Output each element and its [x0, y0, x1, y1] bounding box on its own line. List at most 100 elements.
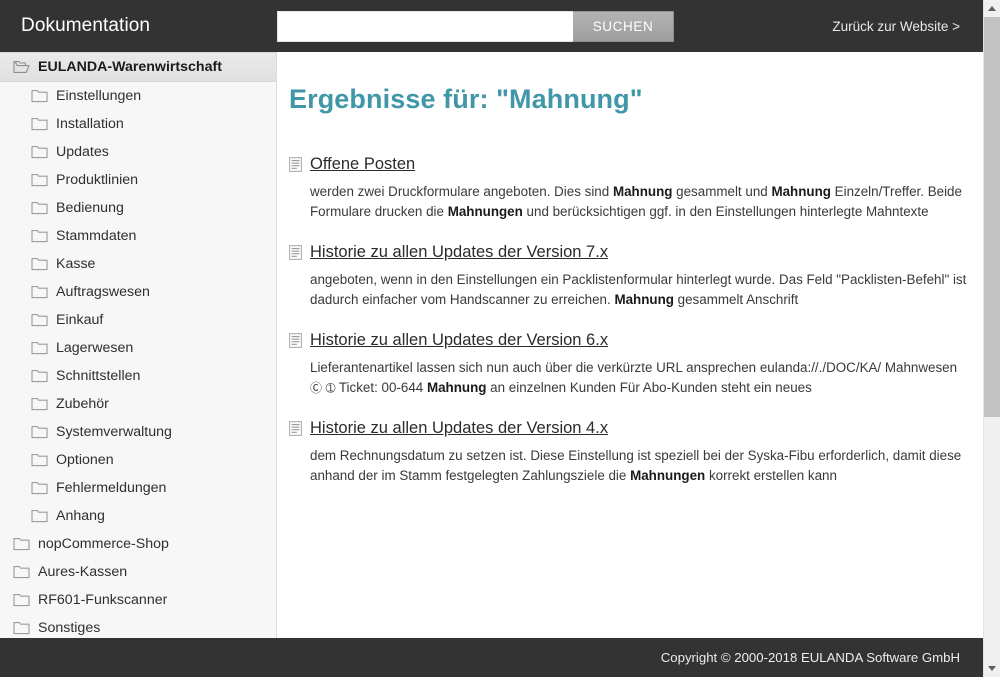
sidebar-item-label: Einstellungen: [56, 88, 142, 104]
search-result-title-link[interactable]: Historie zu allen Updates der Version 4.…: [310, 417, 608, 439]
folder-icon: [31, 426, 48, 439]
sidebar-item-anhang[interactable]: Anhang: [0, 502, 276, 530]
sidebar-item-aures-kassen[interactable]: Aures-Kassen: [0, 558, 276, 586]
copyright-text: Copyright © 2000-2018 EULANDA Software G…: [660, 650, 960, 665]
scroll-up-arrow-icon[interactable]: [984, 0, 1000, 17]
sidebar-item-kasse[interactable]: Kasse: [0, 250, 276, 278]
search-bar: SUCHEN: [277, 10, 674, 42]
folder-icon: [31, 454, 48, 467]
search-result-snippet: angeboten, wenn in den Einstellungen ein…: [310, 272, 967, 307]
results-heading: Ergebnisse für: "Mahnung": [289, 84, 643, 114]
folder-icon: [31, 258, 48, 271]
sidebar-item-label: Aures-Kassen: [38, 564, 128, 580]
folder-icon: [31, 370, 48, 383]
sidebar-item-optionen[interactable]: Optionen: [0, 446, 276, 474]
sidebar-item-label: Einkauf: [56, 312, 104, 328]
search-result-header: Offene Posten: [289, 153, 967, 175]
folder-icon: [13, 594, 30, 607]
document-icon: [289, 333, 302, 348]
document-icon: [289, 157, 302, 172]
sidebar-item-sonstiges[interactable]: Sonstiges: [0, 614, 276, 638]
sidebar-item-updates[interactable]: Updates: [0, 138, 276, 166]
search-result-item: Historie zu allen Updates der Version 4.…: [289, 417, 967, 486]
sidebar-item-fehlermeldungen[interactable]: Fehlermeldungen: [0, 474, 276, 502]
search-result-snippet: Lieferantenartikel lassen sich nun auch …: [310, 360, 958, 395]
scroll-down-arrow-icon[interactable]: [984, 660, 1000, 677]
folder-icon: [13, 622, 30, 635]
sidebar-item-label: Updates: [56, 144, 109, 160]
sidebar-item-produktlinien[interactable]: Produktlinien: [0, 166, 276, 194]
search-result-title-link[interactable]: Historie zu allen Updates der Version 6.…: [310, 329, 608, 351]
document-icon: [289, 421, 302, 436]
document-icon: [289, 245, 302, 260]
folder-icon: [13, 538, 30, 551]
sidebar-item-label: Sonstiges: [38, 620, 101, 636]
search-result-snippet: werden zwei Druckformulare angeboten. Di…: [310, 184, 962, 219]
search-input[interactable]: [277, 10, 573, 42]
sidebar-tree[interactable]: EULANDA-Warenwirtschaft Einstellungen Inst…: [0, 52, 277, 638]
sidebar-item-rf601-funkscanner[interactable]: RF601-Funkscanner: [0, 586, 276, 614]
search-result-item: Offene Posten werden zwei Druckformulare …: [289, 153, 967, 222]
page-scrollbar[interactable]: [983, 0, 1000, 677]
search-results-panel: Ergebnisse für: "Mahnung" Offene Posten w…: [278, 52, 983, 638]
search-result-header: Historie zu allen Updates der Version 4.…: [289, 417, 967, 439]
search-result-header: Historie zu allen Updates der Version 7.…: [289, 241, 967, 263]
folder-icon: [31, 314, 48, 327]
folder-icon: [31, 482, 48, 495]
sidebar-item-label: Schnittstellen: [56, 368, 141, 384]
search-result-header: Historie zu allen Updates der Version 6.…: [289, 329, 967, 351]
folder-icon: [31, 286, 48, 299]
sidebar-item-einstellungen[interactable]: Einstellungen: [0, 82, 276, 110]
sidebar-item-label: Bedienung: [56, 200, 124, 216]
triangle-up-icon: [988, 6, 996, 11]
sidebar-item-label: Zubehör: [56, 396, 109, 412]
folder-icon: [31, 174, 48, 187]
search-result-title-link[interactable]: Offene Posten: [310, 153, 415, 175]
sidebar-item-lagerwesen[interactable]: Lagerwesen: [0, 334, 276, 362]
sidebar-item-label: Optionen: [56, 452, 114, 468]
sidebar-item-label: Lagerwesen: [56, 340, 134, 356]
scrollbar-track[interactable]: [984, 17, 1000, 660]
sidebar-item-label: Kasse: [56, 256, 96, 272]
app-footer: Copyright © 2000-2018 EULANDA Software G…: [0, 638, 983, 677]
page-title: Dokumentation: [21, 15, 151, 36]
folder-icon: [31, 146, 48, 159]
folder-icon: [31, 90, 48, 103]
sidebar-item-label: Fehlermeldungen: [56, 480, 167, 496]
sidebar-item-bedienung[interactable]: Bedienung: [0, 194, 276, 222]
folder-icon: [13, 566, 30, 579]
sidebar-item-label: Systemverwaltung: [56, 424, 172, 440]
sidebar-item-installation[interactable]: Installation: [0, 110, 276, 138]
search-result-item: Historie zu allen Updates der Version 6.…: [289, 329, 967, 398]
sidebar-item-label: Anhang: [56, 508, 105, 524]
documentation-app: Dokumentation SUCHEN Zurück zur Website …: [0, 0, 1000, 677]
sidebar-item-auftragswesen[interactable]: Auftragswesen: [0, 278, 276, 306]
folder-icon: [31, 510, 48, 523]
sidebar-item-label: Auftragswesen: [56, 284, 150, 300]
sidebar-item-eulanda-warenwirtschaft[interactable]: EULANDA-Warenwirtschaft: [0, 52, 276, 82]
sidebar-item-einkauf[interactable]: Einkauf: [0, 306, 276, 334]
search-result-item: Historie zu allen Updates der Version 7.…: [289, 241, 967, 310]
sidebar-item-zubeh-r[interactable]: Zubehör: [0, 390, 276, 418]
back-to-website-link[interactable]: Zurück zur Website >: [832, 19, 960, 34]
folder-icon: [31, 342, 48, 355]
search-result-title-link[interactable]: Historie zu allen Updates der Version 7.…: [310, 241, 608, 263]
folder-icon: [31, 230, 48, 243]
sidebar-item-nopcommerce-shop[interactable]: nopCommerce-Shop: [0, 530, 276, 558]
search-button[interactable]: SUCHEN: [573, 10, 674, 42]
folder-icon: [31, 202, 48, 215]
search-result-snippet: dem Rechnungsdatum zu setzen ist. Diese …: [310, 448, 962, 483]
triangle-down-icon: [988, 666, 996, 671]
sidebar-item-schnittstellen[interactable]: Schnittstellen: [0, 362, 276, 390]
sidebar-item-label: Installation: [56, 116, 124, 132]
sidebar-item-label: EULANDA-Warenwirtschaft: [38, 59, 222, 75]
sidebar-item-label: Produktlinien: [56, 172, 139, 188]
folder-icon: [31, 398, 48, 411]
results-list: Offene Posten werden zwei Druckformulare …: [278, 153, 983, 486]
sidebar-item-stammdaten[interactable]: Stammdaten: [0, 222, 276, 250]
sidebar-item-label: Stammdaten: [56, 228, 137, 244]
sidebar-item-label: RF601-Funkscanner: [38, 592, 168, 608]
sidebar-item-systemverwaltung[interactable]: Systemverwaltung: [0, 418, 276, 446]
folder-open-icon: [13, 60, 30, 73]
scrollbar-thumb[interactable]: [984, 17, 1000, 417]
